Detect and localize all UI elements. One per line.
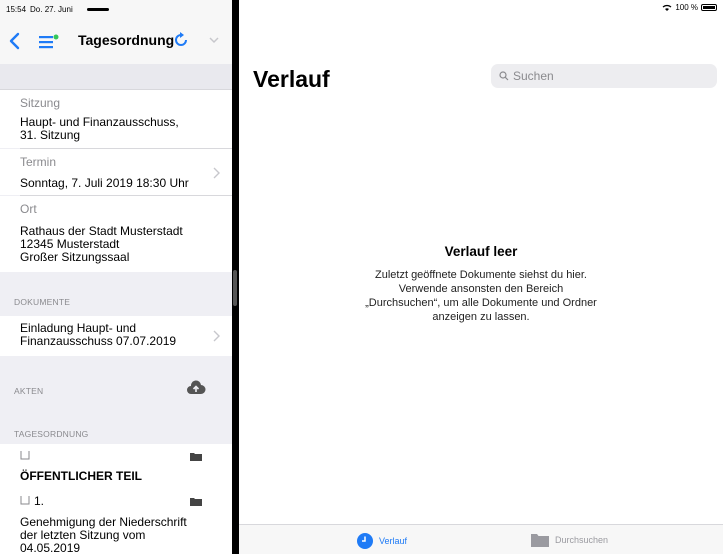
termin-label: Termin	[20, 155, 57, 169]
search-placeholder: Suchen	[513, 69, 554, 83]
wifi-icon	[662, 4, 672, 11]
agenda-item-line3: 04.05.2019	[20, 541, 81, 554]
sitzung-label: Sitzung	[20, 96, 61, 110]
folder-icon[interactable]	[190, 497, 202, 506]
termin-cell[interactable]: Termin Sonntag, 7. Juli 2019 18:30 Uhr	[0, 149, 232, 195]
search-icon	[499, 71, 509, 81]
sitzung-value-line2: 31. Sitzung	[20, 128, 81, 142]
chevron-right-icon	[213, 167, 220, 179]
status-date: Do. 27. Juni	[30, 4, 73, 14]
dokument-title-line2: Finanzausschuss 07.07.2019	[20, 334, 177, 348]
tab-durchsuchen-label: Durchsuchen	[555, 535, 609, 545]
multitask-pill-icon[interactable]	[86, 7, 109, 11]
section-spacer	[0, 64, 232, 90]
agenda-section-title: ÖFFENTLICHER TEIL	[20, 469, 142, 483]
battery-percent: 100 %	[675, 3, 698, 12]
termin-value: Sonntag, 7. Juli 2019 18:30 Uhr	[20, 176, 189, 190]
status-bar: 15:54 Do. 27. Juni	[0, 0, 232, 18]
status-time: 15:54	[6, 4, 27, 14]
folder-icon	[531, 534, 549, 547]
agenda-list: ÖFFENTLICHER TEIL 1. Genehmigung der Nie…	[0, 444, 232, 554]
dokument-item[interactable]: Einladung Haupt- und Finanzausschuss 07.…	[0, 316, 232, 356]
list-menu-icon[interactable]	[38, 34, 60, 50]
ort-label: Ort	[20, 202, 37, 216]
sitzung-cell: Sitzung Haupt- und Finanzausschuss, 31. …	[0, 90, 232, 148]
back-chevron-icon[interactable]	[8, 32, 22, 50]
right-pane: 100 % Verlauf Suchen Verlauf leer Zuletz…	[239, 0, 723, 554]
agenda-item-title[interactable]: Genehmigung der Niederschrift der letzte…	[20, 516, 187, 554]
battery-icon	[701, 4, 717, 11]
split-drag-handle[interactable]	[233, 270, 237, 306]
tab-durchsuchen[interactable]: Durchsuchen	[531, 533, 608, 547]
folder-icon[interactable]	[190, 452, 202, 461]
status-bar-right: 100 %	[662, 3, 717, 12]
empty-line2: Verwende ansonsten den Bereich	[398, 283, 564, 295]
empty-line1: Zuletzt geöffnete Dokumente siehst du hi…	[375, 269, 587, 281]
empty-state-text: Zuletzt geöffnete Dokumente siehst du hi…	[331, 268, 631, 324]
checkbox-icon[interactable]	[20, 450, 30, 460]
tab-bar: Verlauf Durchsuchen	[239, 524, 723, 554]
navigation-bar: Tagesordnung	[0, 18, 232, 64]
page-title: Verlauf	[253, 66, 330, 92]
clock-icon	[357, 533, 373, 549]
ort-cell: Ort Rathaus der Stadt Musterstadt 12345 …	[0, 196, 232, 272]
cloud-upload-icon[interactable]	[186, 380, 206, 396]
tagesordnung-header: TAGESORDNUNG	[14, 429, 89, 439]
refresh-icon[interactable]	[172, 31, 190, 49]
empty-line3: „Durchsuchen“, um alle Dokumente und Ord…	[365, 297, 597, 309]
chevron-right-icon	[213, 330, 220, 342]
ort-line3: Großer Sitzungssaal	[20, 250, 130, 264]
left-pane: 15:54 Do. 27. Juni Tagesordnung Sitzung …	[0, 0, 232, 554]
empty-state-title: Verlauf leer	[444, 244, 518, 259]
agenda-item-number: 1.	[34, 494, 45, 508]
tab-verlauf-label: Verlauf	[379, 536, 408, 546]
tab-verlauf[interactable]: Verlauf	[357, 533, 407, 549]
chevron-down-icon[interactable]	[208, 34, 220, 46]
nav-title: Tagesordnung	[78, 32, 175, 48]
search-field[interactable]: Suchen	[491, 64, 717, 88]
dokumente-header: DOKUMENTE	[14, 297, 71, 307]
checkbox-icon[interactable]	[20, 495, 30, 505]
empty-line4: anzeigen zu lassen.	[432, 311, 530, 323]
